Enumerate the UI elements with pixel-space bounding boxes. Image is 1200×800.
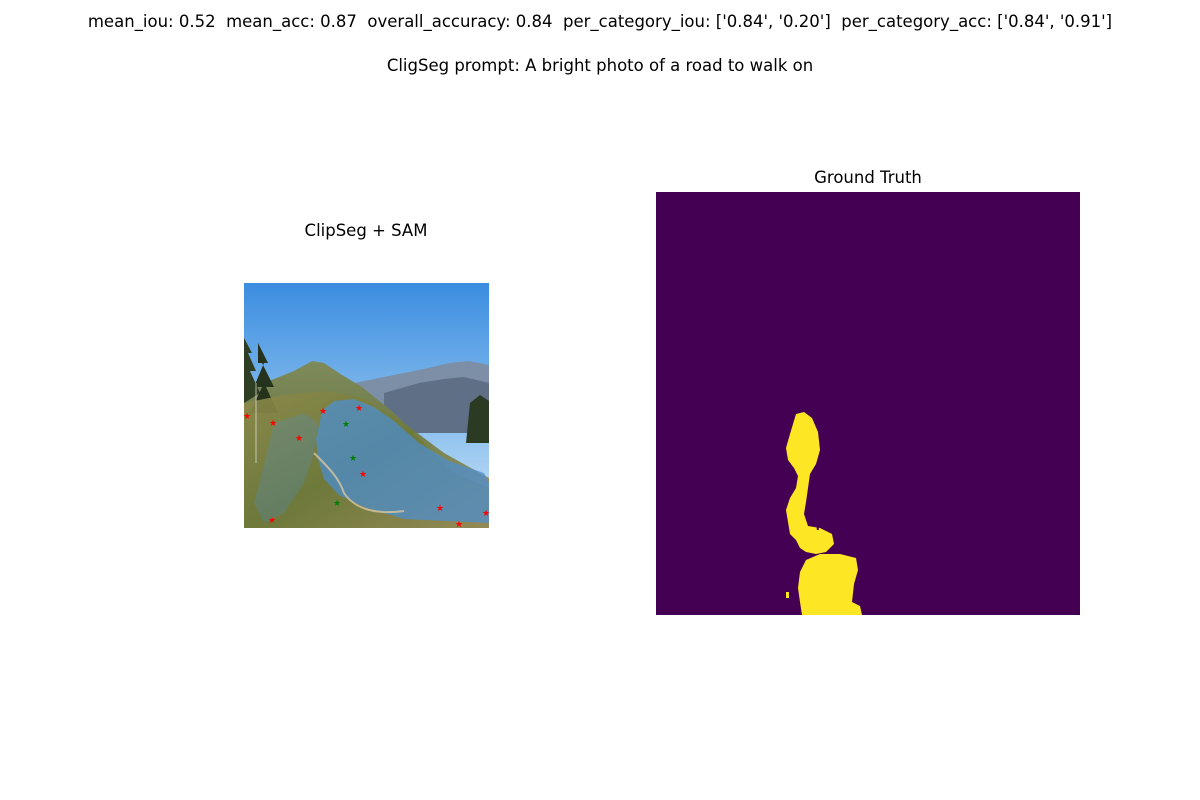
red-star-icon: ★ <box>244 412 251 422</box>
red-star-icon: ★ <box>268 516 276 526</box>
green-star-icon: ★ <box>333 499 341 509</box>
overlay-svg: ★ ★ ★ ★ ★ ★ ★ ★ ★ ★ ★ ★ ★ <box>244 283 489 528</box>
right-panel-title: Ground Truth <box>814 168 922 187</box>
ground-truth-mask-image <box>656 192 1080 615</box>
red-star-icon: ★ <box>359 470 367 480</box>
left-panel-title: ClipSeg + SAM <box>304 221 428 240</box>
red-star-icon: ★ <box>455 520 463 528</box>
red-star-icon: ★ <box>295 434 303 444</box>
mask-foreground-speck <box>786 592 789 598</box>
red-star-icon: ★ <box>355 404 363 414</box>
mask-foreground-lower <box>798 554 862 615</box>
red-star-icon: ★ <box>319 407 327 417</box>
prompt-line: CligSeg prompt: A bright photo of a road… <box>386 56 814 75</box>
red-star-icon: ★ <box>269 419 277 429</box>
metrics-line: mean_iou: 0.52 mean_acc: 0.87 overall_ac… <box>87 12 1113 31</box>
green-star-icon: ★ <box>342 420 350 430</box>
green-star-icon: ★ <box>349 454 357 464</box>
red-star-icon: ★ <box>436 504 444 514</box>
clipseg-sam-overlay-image: ★ ★ ★ ★ ★ ★ ★ ★ ★ ★ ★ ★ ★ <box>244 283 489 528</box>
red-star-icon: ★ <box>482 509 489 519</box>
ground-truth-svg <box>656 192 1080 615</box>
mask-background <box>656 192 1080 615</box>
